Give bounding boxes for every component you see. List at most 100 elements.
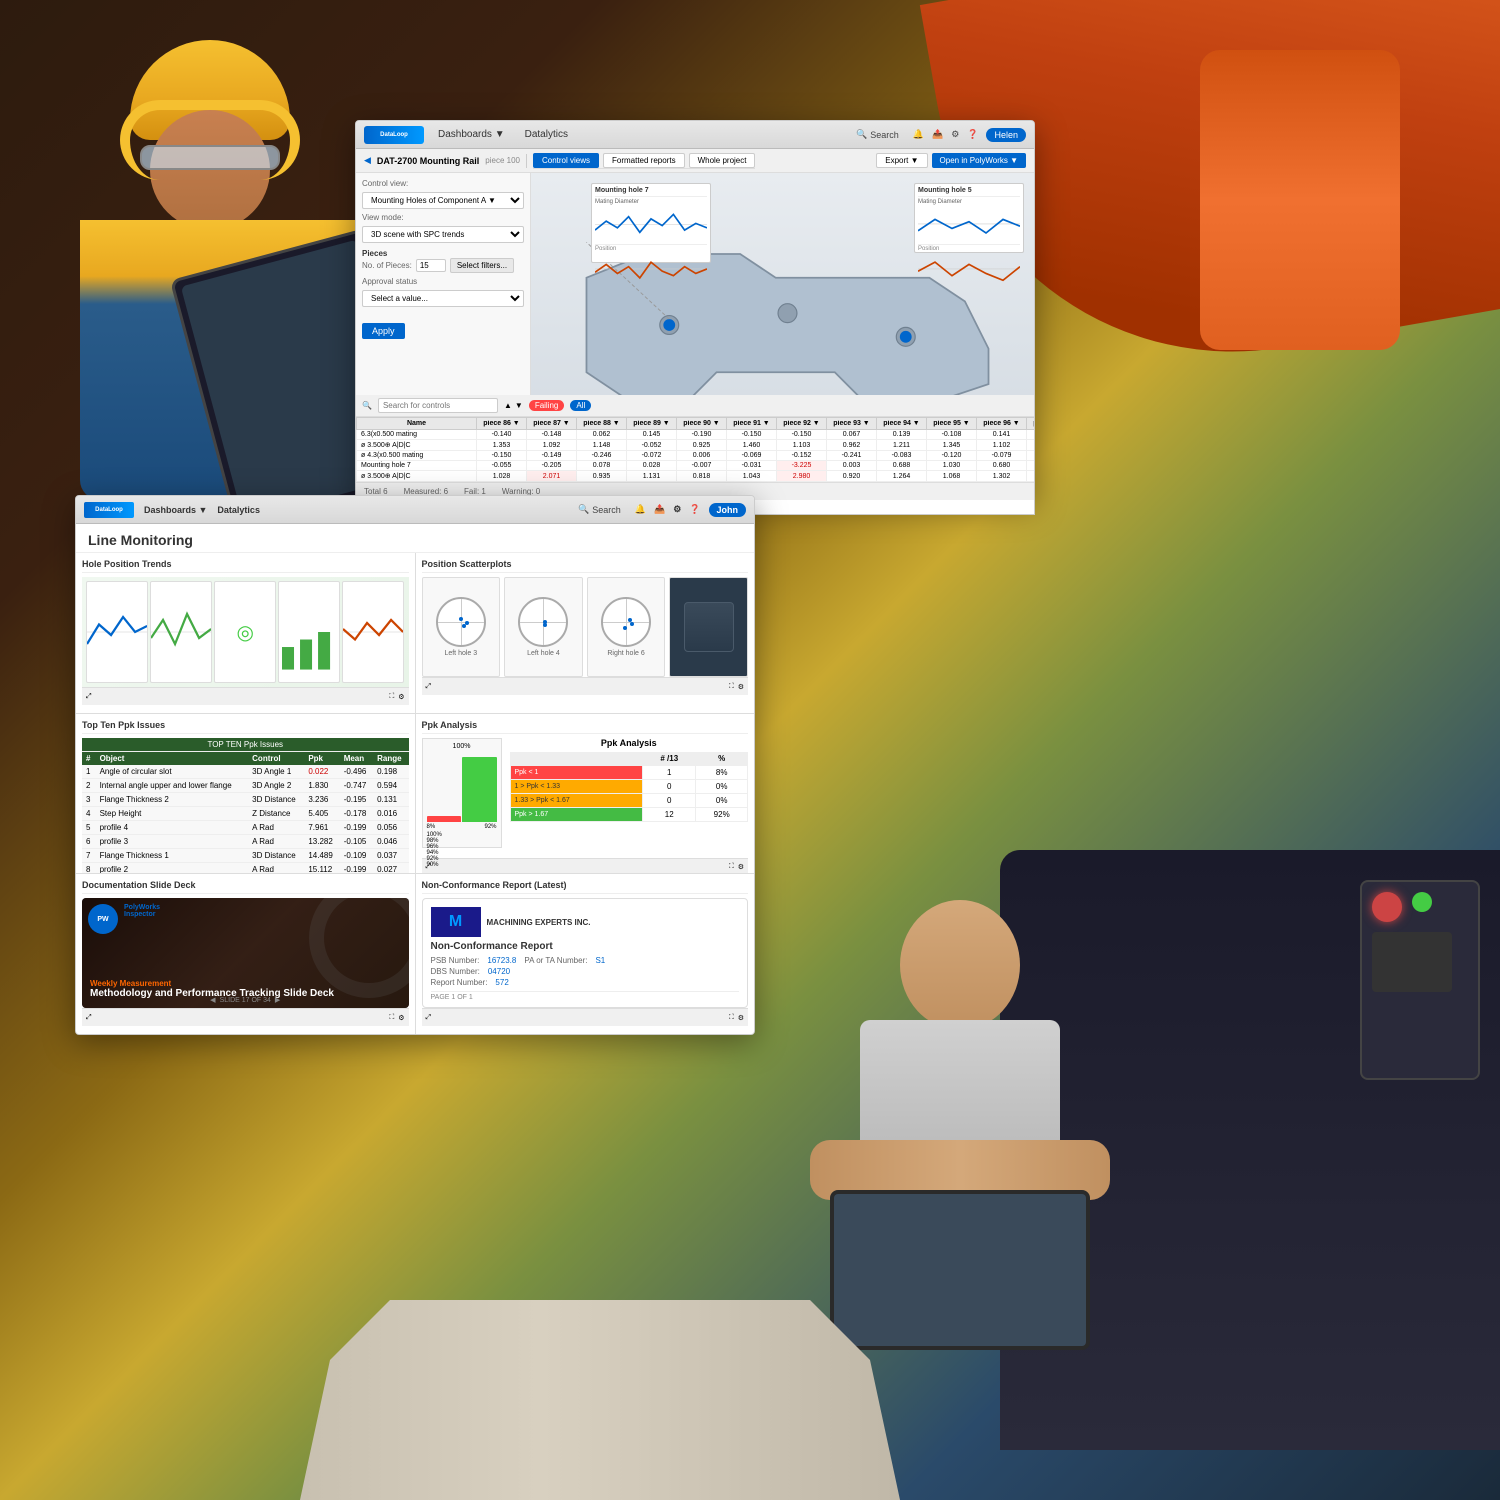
cell-value: -0.015	[1027, 461, 1035, 471]
all-badge[interactable]: All	[570, 400, 591, 411]
bottom-user-badge[interactable]: John	[709, 503, 747, 517]
scatter-right6: Right hole 6	[587, 577, 666, 677]
hpt-settings-icon[interactable]: ⚙	[398, 693, 404, 701]
table-scroll[interactable]: Name piece 86 ▼ piece 87 ▼ piece 88 ▼ pi…	[356, 417, 1034, 482]
table-row: Mounting hole 7-0.055-0.2050.0780.028-0.…	[357, 461, 1035, 471]
cell-value: 1.148	[577, 440, 627, 451]
failing-badge[interactable]: Failing	[529, 400, 565, 411]
whole-project-tab[interactable]: Whole project	[689, 153, 756, 168]
ppk-analysis-expand-icon[interactable]: ⤢	[426, 863, 432, 871]
cell-value: 0.062	[577, 430, 627, 440]
share-icon[interactable]: 📤	[932, 129, 943, 140]
user-badge[interactable]: Helen	[986, 128, 1026, 142]
hpt-sparkline-2	[151, 582, 211, 682]
ncr-dbs-label: DBS Number:	[431, 967, 480, 976]
ppk-cell: 0.131	[373, 792, 408, 806]
documentation-cell: Documentation Slide Deck PW PolyWorks In…	[76, 874, 415, 1034]
bottom-datalytics-nav[interactable]: Datalytics	[217, 505, 260, 515]
bottom-bell-icon[interactable]: 🔔	[635, 504, 646, 515]
ppk-legend-col-cat	[510, 752, 643, 766]
scatter-dot-1c	[465, 621, 469, 625]
ppk-cell: 0.022	[304, 765, 339, 779]
doc-footer: ◀ SLIDE 17 OF 34 ▶	[82, 996, 409, 1004]
select-filters-button[interactable]: Select filters...	[450, 258, 514, 273]
doc-expand-icon[interactable]: ⤢	[86, 1014, 92, 1022]
export-button[interactable]: Export ▼	[876, 153, 927, 168]
top-ten-ppk-cell: Top Ten Ppk Issues TOP TEN Ppk Issues # …	[76, 714, 415, 874]
ppk-table-row: 3Flange Thickness 23D Distance3.236-0.19…	[82, 792, 409, 806]
view-mode-label: View mode:	[362, 213, 404, 222]
top-nav: Dashboards ▼ Datalytics	[434, 127, 572, 142]
hpt-expand-icon[interactable]: ⤢	[86, 693, 92, 701]
scatter-expand-icon[interactable]: ⤢	[426, 683, 432, 691]
cell-value: -0.083	[877, 451, 927, 461]
hpt-fullscreen-icon[interactable]: ⛶	[389, 693, 394, 701]
ncr-bottom-bar: ⤢ ⛶ ⚙	[422, 1008, 749, 1026]
settings-icon[interactable]: ⚙	[951, 129, 959, 140]
help-icon[interactable]: ❓	[967, 129, 978, 140]
open-polyworks-button[interactable]: Open in PolyWorks ▼	[932, 153, 1026, 168]
ncr-pata-label: PA or TA Number:	[524, 956, 587, 965]
bell-icon[interactable]: 🔔	[913, 129, 924, 140]
doc-settings-icon[interactable]: ⚙	[398, 1014, 404, 1022]
control-view-label: Control view:	[362, 179, 408, 188]
cell-value: -0.140	[477, 430, 527, 440]
ncr-logo-row: M MACHINING EXPERTS INC.	[431, 907, 740, 937]
hpt-sparkline-5	[343, 582, 403, 682]
scatter-machine-thumb	[669, 577, 748, 677]
ppk-cell: 0.016	[373, 806, 408, 820]
doc-brand-label: PolyWorks Inspector	[124, 904, 160, 918]
cell-value: -0.148	[527, 430, 577, 440]
approval-select[interactable]: Select a value...	[362, 290, 524, 307]
ppk-cell: Angle of circular slot	[96, 765, 249, 779]
view-mode-select[interactable]: 3D scene with SPC trends	[362, 226, 524, 243]
spc-subtitle-7: Mating Diameter	[595, 199, 707, 205]
datalytics-nav[interactable]: Datalytics	[521, 127, 572, 142]
hpt-bottom-bar: ⤢ ⛶ ⚙	[82, 687, 409, 705]
next-slide-icon[interactable]: ▶	[275, 996, 280, 1004]
bar-label-92: 92%	[484, 824, 496, 830]
ncr-company-name: MACHINING EXPERTS INC.	[487, 918, 591, 928]
apply-button[interactable]: Apply	[362, 323, 405, 339]
hpt-mini-4	[278, 581, 340, 683]
bottom-dashboards-nav[interactable]: Dashboards ▼	[144, 505, 207, 515]
formatted-reports-tab[interactable]: Formatted reports	[603, 153, 685, 168]
cross-v-3	[626, 599, 627, 645]
scatter-fullscreen-icon[interactable]: ⛶	[729, 683, 734, 691]
ppk-analysis-fullscreen-icon[interactable]: ⛶	[729, 863, 734, 871]
cell-value: 1.030	[927, 461, 977, 471]
bottom-share-icon[interactable]: 📤	[654, 504, 665, 515]
scatter-settings-icon[interactable]: ⚙	[738, 683, 744, 691]
right-toolbar: Export ▼ Open in PolyWorks ▼	[876, 153, 1026, 168]
col-p90: piece 90 ▼	[677, 418, 727, 430]
control-view-tabs: Control views Formatted reports Whole pr…	[533, 153, 756, 169]
no-of-pieces-input[interactable]	[416, 259, 446, 272]
table-search-input[interactable]	[378, 398, 498, 413]
ppk-issues-table: TOP TEN Ppk Issues # Object Control Ppk …	[82, 738, 409, 874]
ncr-expand-icon[interactable]: ⤢	[426, 1014, 432, 1022]
back-btn[interactable]: ◀	[364, 155, 371, 166]
cell-value: 1.043	[727, 471, 777, 482]
bottom-titlebar-right: 🔍 Search 🔔 📤 ⚙ ❓ John	[572, 502, 746, 517]
bottom-settings-icon[interactable]: ⚙	[673, 504, 681, 515]
control-view-select[interactable]: Mounting Holes of Component A ▼	[362, 192, 524, 209]
sort-desc: ▼	[515, 401, 523, 410]
prev-slide-icon[interactable]: ◀	[210, 996, 215, 1004]
bottom-help-icon[interactable]: ❓	[689, 504, 700, 515]
ppk-cell: profile 4	[96, 820, 249, 834]
cross-v-1	[461, 599, 462, 645]
bottom-search-button[interactable]: 🔍 Search	[572, 502, 627, 517]
ncr-settings-icon[interactable]: ⚙	[738, 1014, 744, 1022]
ppk-legend: Ppk Analysis # /13 % Ppk < 118%1 > Ppk	[510, 738, 749, 858]
search-button[interactable]: 🔍 Search	[850, 127, 905, 142]
ppk-analysis-settings-icon[interactable]: ⚙	[738, 863, 744, 871]
control-views-tab[interactable]: Control views	[533, 153, 599, 168]
ncr-fullscreen-icon[interactable]: ⛶	[729, 1014, 734, 1022]
ppk-cell: 7.961	[304, 820, 339, 834]
cell-value: -0.031	[727, 461, 777, 471]
selected-hole-1	[663, 319, 675, 331]
dashboards-nav[interactable]: Dashboards ▼	[434, 127, 509, 142]
hpt-bar	[279, 582, 339, 682]
doc-fullscreen-icon[interactable]: ⛶	[389, 1014, 394, 1022]
ncr-cell: Non-Conformance Report (Latest) M MACHIN…	[416, 874, 755, 1034]
